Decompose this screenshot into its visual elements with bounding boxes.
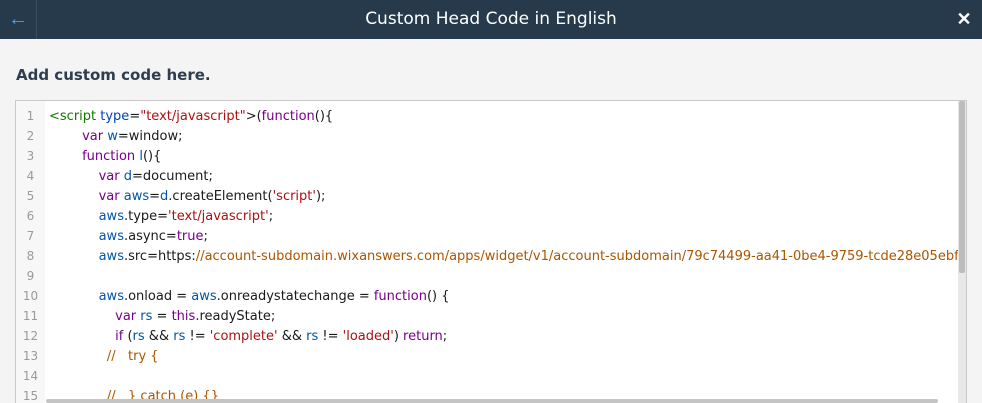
code-text[interactable]: aws.onload = aws.onreadystatechange = fu… [45, 287, 450, 307]
close-button[interactable]: ✕ [954, 0, 974, 39]
code-line: 11 var rs = this.readyState; [16, 306, 966, 327]
line-number: 10 [22, 289, 39, 303]
line-number: 3 [26, 149, 35, 163]
line-number: 2 [26, 129, 35, 143]
code-text[interactable]: if (rs && rs != 'complete' && rs != 'loa… [45, 327, 447, 347]
section-heading: Add custom code here. [16, 66, 211, 84]
line-number: 5 [26, 189, 35, 203]
code-line: 1 <script type="text/javascript">(functio… [16, 106, 966, 127]
line-number: 11 [22, 309, 39, 323]
line-number: 4 [26, 169, 35, 183]
code-text[interactable]: // try { [45, 347, 159, 367]
modal-header: ← Custom Head Code in English ✕ [0, 0, 982, 39]
code-text[interactable]: var d=document; [45, 167, 213, 187]
code-line: 7 aws.async=true; [16, 226, 966, 247]
code-line: 8 aws.src=https://account-subdomain.wixa… [16, 246, 966, 267]
line-number: 14 [22, 369, 39, 383]
code-line: 9 [16, 266, 966, 286]
close-icon: ✕ [956, 9, 972, 29]
code-line: 4 var d=document; [16, 166, 966, 187]
code-text[interactable]: function l(){ [45, 147, 161, 167]
line-number: 6 [26, 209, 35, 223]
code-text[interactable]: aws.type='text/javascript'; [45, 207, 274, 227]
line-number: 12 [22, 329, 39, 343]
code-line: 2 var w=window; [16, 126, 966, 147]
code-line: 13 // try { [16, 346, 966, 367]
line-number: 15 [22, 389, 39, 403]
vertical-scrollbar[interactable] [958, 101, 966, 403]
code-text[interactable]: aws.src=https://account-subdomain.wixans… [45, 247, 966, 267]
code-lines: 1 <script type="text/javascript">(functio… [16, 106, 966, 403]
code-editor[interactable]: 1 <script type="text/javascript">(functio… [15, 100, 967, 403]
vertical-scrollbar-thumb[interactable] [959, 101, 965, 273]
line-number: 13 [22, 349, 39, 363]
code-line: 5 var aws=d.createElement('script'); [16, 186, 966, 207]
line-number: 8 [26, 249, 35, 263]
code-line: 10 aws.onload = aws.onreadystatechange =… [16, 286, 966, 307]
line-number: 7 [26, 229, 35, 243]
line-number: 1 [26, 109, 35, 123]
code-text[interactable]: var aws=d.createElement('script'); [45, 187, 326, 207]
code-line: 6 aws.type='text/javascript'; [16, 206, 966, 227]
line-number: 9 [26, 269, 35, 283]
modal-title: Custom Head Code in English [365, 9, 617, 29]
code-line: 14 [16, 366, 966, 386]
code-text[interactable]: var rs = this.readyState; [45, 307, 275, 327]
code-line: 3 function l(){ [16, 146, 966, 167]
code-text[interactable]: var w=window; [45, 127, 182, 147]
code-line: 12 if (rs && rs != 'complete' && rs != '… [16, 326, 966, 347]
code-text[interactable]: aws.async=true; [45, 227, 208, 247]
code-text[interactable]: <script type="text/javascript">(function… [45, 107, 333, 127]
horizontal-scrollbar-thumb[interactable] [46, 399, 938, 403]
